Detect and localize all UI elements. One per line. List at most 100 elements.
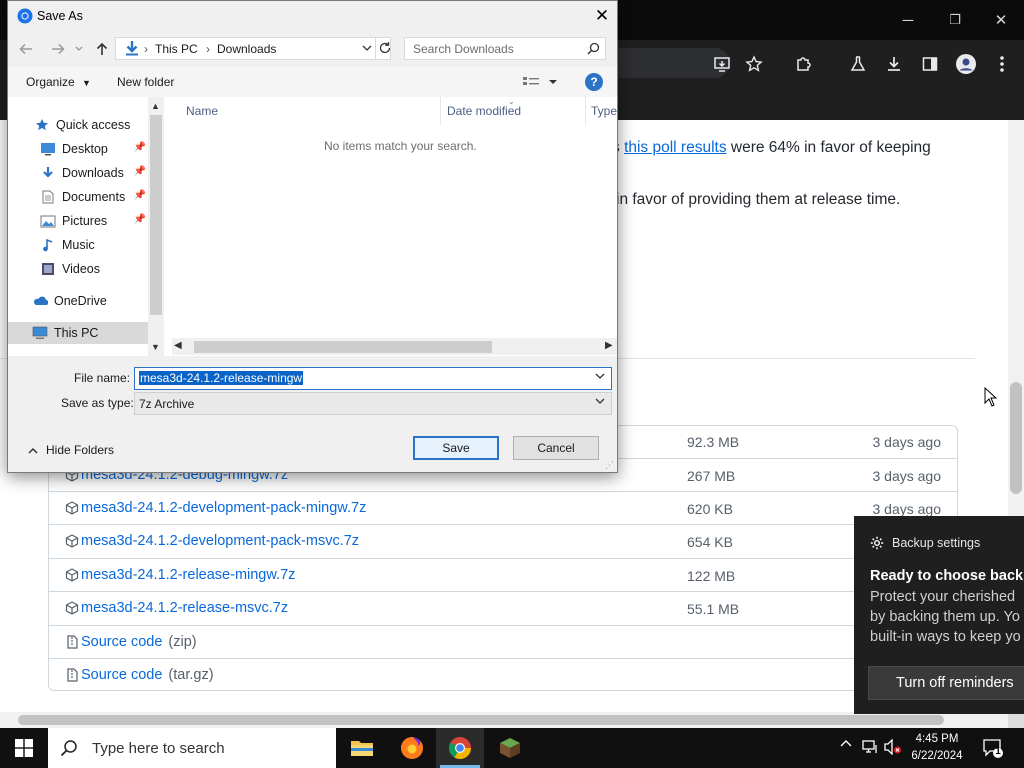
- scroll-left-arrow-icon[interactable]: ◀: [174, 340, 182, 351]
- paragraph-release: in favor of providing them at release ti…: [616, 191, 901, 208]
- file-explorer-icon[interactable]: [338, 728, 386, 768]
- menu-kebab-icon[interactable]: [990, 52, 1014, 76]
- nav-item-videos[interactable]: Videos: [8, 258, 148, 280]
- asset-link[interactable]: mesa3d-24.1.2-release-msvc.7z: [65, 600, 288, 616]
- firefox-icon[interactable]: [388, 728, 436, 768]
- column-header-date-modified[interactable]: Date modified: [447, 104, 521, 118]
- extensions-icon[interactable]: [792, 52, 816, 76]
- save-as-type-select[interactable]: 7z Archive: [134, 392, 612, 415]
- help-icon[interactable]: ?: [585, 73, 603, 91]
- asset-size: 620 KB: [687, 501, 733, 517]
- system-clock[interactable]: 4:45 PM 6/22/2024: [900, 731, 974, 765]
- asset-row[interactable]: Source code (zip): [49, 625, 957, 659]
- maximize-button[interactable]: ❐: [932, 0, 978, 40]
- scroll-up-arrow-icon[interactable]: ▲: [151, 101, 160, 111]
- install-app-icon[interactable]: [710, 52, 734, 76]
- gear-icon: [870, 536, 884, 550]
- save-button[interactable]: Save: [413, 436, 499, 460]
- chrome-app-icon: [17, 8, 33, 24]
- recent-locations-chevron-icon[interactable]: [72, 38, 86, 60]
- minimize-button[interactable]: ─: [885, 0, 931, 40]
- asset-link[interactable]: mesa3d-24.1.2-development-pack-mingw.7z: [65, 500, 366, 516]
- file-zip-icon: [67, 635, 78, 649]
- file-name-input[interactable]: mesa3d-24.1.2-release-mingw: [134, 367, 612, 390]
- refresh-icon[interactable]: [378, 41, 392, 55]
- asset-row[interactable]: mesa3d-24.1.2-release-msvc.7z 55.1 MB: [49, 591, 957, 625]
- minecraft-icon[interactable]: [486, 728, 534, 768]
- asset-size: 55.1 MB: [687, 601, 740, 617]
- resize-grip-icon[interactable]: ⋰: [605, 460, 614, 471]
- network-icon[interactable]: [862, 739, 880, 755]
- scroll-right-arrow-icon[interactable]: ▶: [605, 340, 613, 351]
- column-header-name[interactable]: Name: [186, 104, 218, 118]
- nav-item-pictures[interactable]: Pictures 📌: [8, 210, 148, 232]
- source-tgz-link[interactable]: Source code (tar.gz): [65, 667, 214, 683]
- show-hidden-icons-chevron-icon[interactable]: [840, 739, 852, 747]
- save-as-type-chevron-icon: [595, 398, 605, 405]
- dialog-title: Save As: [37, 9, 83, 23]
- nav-item-downloads[interactable]: Downloads 📌: [8, 162, 148, 184]
- notification-count-badge: 1: [995, 746, 1001, 757]
- asset-row[interactable]: Source code (tar.gz): [49, 658, 957, 692]
- nav-pane-scroll-thumb[interactable]: [150, 115, 162, 315]
- forward-arrow-icon[interactable]: [48, 38, 68, 60]
- music-icon: [40, 237, 56, 253]
- asset-link[interactable]: mesa3d-24.1.2-release-mingw.7z: [65, 567, 295, 583]
- file-name-dropdown-chevron-icon[interactable]: [595, 373, 605, 380]
- column-separator[interactable]: [440, 97, 441, 125]
- asset-row[interactable]: mesa3d-24.1.2-development-pack-msvc.7z 6…: [49, 524, 957, 558]
- breadcrumb-downloads[interactable]: Downloads: [217, 42, 276, 56]
- asset-row[interactable]: mesa3d-24.1.2-development-pack-mingw.7z …: [49, 491, 957, 525]
- turn-off-reminders-button[interactable]: Turn off reminders: [868, 666, 1024, 700]
- toast-body-line: Protect your cherished: [870, 589, 1016, 605]
- cancel-button[interactable]: Cancel: [513, 436, 599, 460]
- nav-item-documents[interactable]: Documents 📌: [8, 186, 148, 208]
- nav-item-quick-access[interactable]: Quick access: [8, 114, 148, 136]
- view-options-icon[interactable]: [522, 75, 558, 89]
- address-divider: [375, 38, 376, 59]
- scrollbar-corner: [1008, 712, 1024, 728]
- column-separator[interactable]: [585, 97, 586, 125]
- address-history-chevron-icon[interactable]: [362, 45, 372, 52]
- organize-menu[interactable]: Organize ▼: [26, 75, 91, 89]
- chrome-icon[interactable]: [436, 728, 484, 768]
- file-list-scroll-thumb[interactable]: [194, 341, 492, 353]
- nav-item-label: Quick access: [56, 118, 131, 132]
- column-header-type[interactable]: Type: [591, 104, 617, 118]
- browser-close-button[interactable]: ✕: [978, 0, 1024, 40]
- taskbar-search-input[interactable]: Type here to search: [48, 728, 336, 768]
- labs-flask-icon[interactable]: [846, 52, 870, 76]
- nav-item-onedrive[interactable]: OneDrive: [8, 290, 148, 312]
- nav-item-desktop[interactable]: Desktop 📌: [8, 138, 148, 160]
- nav-item-music[interactable]: Music: [8, 234, 148, 256]
- dialog-close-button[interactable]: ✕: [590, 5, 614, 27]
- windows-start-icon[interactable]: [0, 728, 48, 768]
- hide-folders-toggle[interactable]: Hide Folders: [28, 443, 114, 457]
- asset-link[interactable]: mesa3d-24.1.2-development-pack-msvc.7z: [65, 533, 359, 549]
- scroll-down-arrow-icon[interactable]: ▼: [151, 342, 160, 352]
- page-horizontal-scroll-thumb[interactable]: [18, 715, 944, 725]
- hide-folders-label: Hide Folders: [46, 443, 115, 457]
- poll-results-link[interactable]: this poll results: [624, 139, 727, 156]
- breadcrumb[interactable]: › This PC › Downloads: [115, 37, 391, 60]
- asset-row[interactable]: mesa3d-24.1.2-release-mingw.7z 122 MB: [49, 558, 957, 592]
- breadcrumb-this-pc[interactable]: This PC: [155, 42, 198, 56]
- bookmark-star-icon[interactable]: [742, 52, 766, 76]
- page-vertical-scroll-thumb[interactable]: [1010, 382, 1022, 494]
- profile-avatar-icon[interactable]: [954, 52, 978, 76]
- search-input[interactable]: Search Downloads: [404, 37, 606, 60]
- nav-item-this-pc[interactable]: This PC: [8, 322, 148, 344]
- asset-size: 122 MB: [687, 568, 736, 584]
- document-icon: [40, 189, 56, 205]
- nav-item-label: Videos: [62, 262, 100, 276]
- up-arrow-icon[interactable]: [92, 38, 112, 60]
- side-panel-icon[interactable]: [918, 52, 942, 76]
- source-zip-link[interactable]: Source code (zip): [65, 634, 197, 650]
- new-folder-button[interactable]: New folder: [117, 75, 174, 89]
- breadcrumb-separator: ›: [206, 42, 210, 56]
- asset-name: mesa3d-24.1.2-development-pack-msvc.7z: [81, 533, 360, 549]
- downloads-icon[interactable]: [882, 52, 906, 76]
- asset-size: 654 KB: [687, 534, 733, 550]
- pin-icon: 📌: [133, 142, 146, 153]
- back-arrow-icon[interactable]: [16, 38, 36, 60]
